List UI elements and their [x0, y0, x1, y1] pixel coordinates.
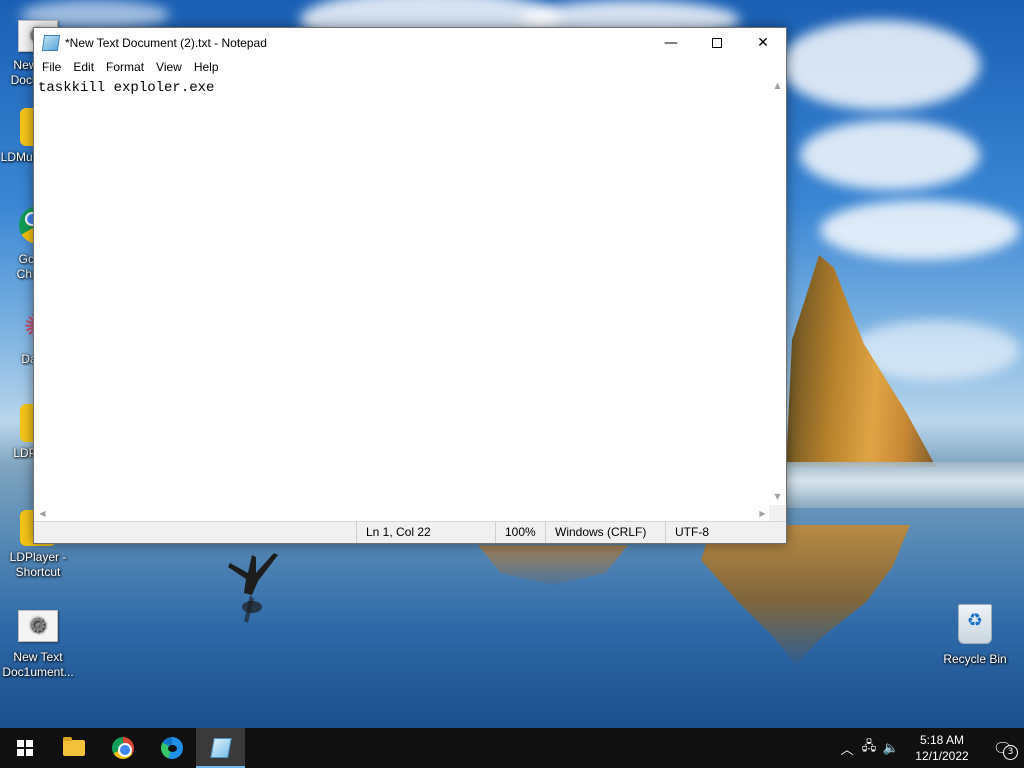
menu-format[interactable]: Format [100, 57, 150, 77]
taskbar-notepad[interactable] [196, 728, 245, 768]
desktop-icon-label: Recycle Bin [943, 652, 1007, 666]
close-icon: ✕ [757, 34, 769, 51]
notepad-icon [209, 738, 232, 758]
notepad-window: *New Text Document (2).txt - Notepad — ✕… [33, 27, 787, 544]
menu-edit[interactable]: Edit [67, 57, 100, 77]
text-document-icon: ⚙ [18, 610, 58, 642]
text-editor-area[interactable]: taskkill exploler.exe [34, 77, 771, 505]
notification-center-button[interactable]: 🗨 3 [982, 728, 1024, 768]
status-encoding: UTF-8 [665, 522, 786, 543]
title-bar[interactable]: *New Text Document (2).txt - Notepad — ✕ [34, 28, 786, 57]
window-controls: — ✕ [648, 28, 786, 57]
taskbar-chrome[interactable] [98, 728, 147, 768]
show-hidden-icons-chevron-up-icon[interactable]: ︿ [836, 728, 858, 768]
status-zoom: 100% [495, 522, 547, 543]
status-line-ending: Windows (CRLF) [545, 522, 665, 543]
rock-reflection [701, 525, 910, 665]
maximize-icon [712, 37, 722, 48]
menu-view[interactable]: View [150, 57, 188, 77]
system-tray: ︿ 🖧 🔈 5:18 AM 12/1/2022 🗨 3 [836, 728, 1024, 768]
vertical-scrollbar[interactable]: ▲ ▼ [769, 77, 786, 505]
recycle-bin-icon [958, 604, 992, 644]
window-title: *New Text Document (2).txt - Notepad [65, 35, 267, 50]
desktop-icon-new-text-document-2[interactable]: ⚙ New Text Doc1ument... [0, 604, 76, 680]
network-icon[interactable]: 🖧 [858, 728, 880, 768]
scrollbar-corner [769, 505, 786, 522]
hill-reflection [478, 545, 628, 585]
edge-icon [160, 737, 183, 759]
chrome-icon [111, 737, 134, 759]
scroll-up-icon[interactable]: ▲ [769, 77, 786, 94]
notepad-icon [41, 34, 61, 51]
status-cursor-position: Ln 1, Col 22 [356, 522, 496, 543]
taskbar: ︿ 🖧 🔈 5:18 AM 12/1/2022 🗨 3 [0, 728, 1024, 768]
windows-logo-icon [16, 740, 33, 756]
minimize-icon: — [664, 34, 678, 51]
scroll-left-icon[interactable]: ◀ [34, 505, 51, 522]
clock-time: 5:18 AM [919, 733, 965, 747]
clock[interactable]: 5:18 AM 12/1/2022 [902, 732, 982, 764]
desktop-icon-label: LDPlayer - Shortcut [9, 550, 67, 579]
folder-icon [62, 737, 85, 756]
menu-file[interactable]: File [36, 57, 67, 77]
clock-date: 12/1/2022 [915, 749, 969, 763]
horizontal-scrollbar[interactable]: ◀ ▶ [34, 505, 771, 522]
maximize-button[interactable] [694, 28, 740, 57]
menu-bar: File Edit Format View Help [34, 57, 786, 77]
volume-icon[interactable]: 🔈 [880, 728, 902, 768]
notification-count-badge: 3 [1003, 745, 1018, 760]
minimize-button[interactable]: — [648, 28, 694, 57]
menu-help[interactable]: Help [188, 57, 225, 77]
taskbar-file-explorer[interactable] [49, 728, 98, 768]
scroll-down-icon[interactable]: ▼ [769, 488, 786, 505]
person-silhouette [228, 553, 278, 623]
start-button[interactable] [0, 728, 49, 768]
taskbar-edge[interactable] [147, 728, 196, 768]
status-bar: Ln 1, Col 22 100% Windows (CRLF) UTF-8 [34, 521, 786, 543]
desktop-icon-recycle-bin[interactable]: Recycle Bin [937, 604, 1013, 667]
desktop-icon-label: New Text Doc1ument... [2, 650, 74, 679]
ocean-surf [786, 462, 1024, 508]
close-button[interactable]: ✕ [740, 28, 786, 57]
